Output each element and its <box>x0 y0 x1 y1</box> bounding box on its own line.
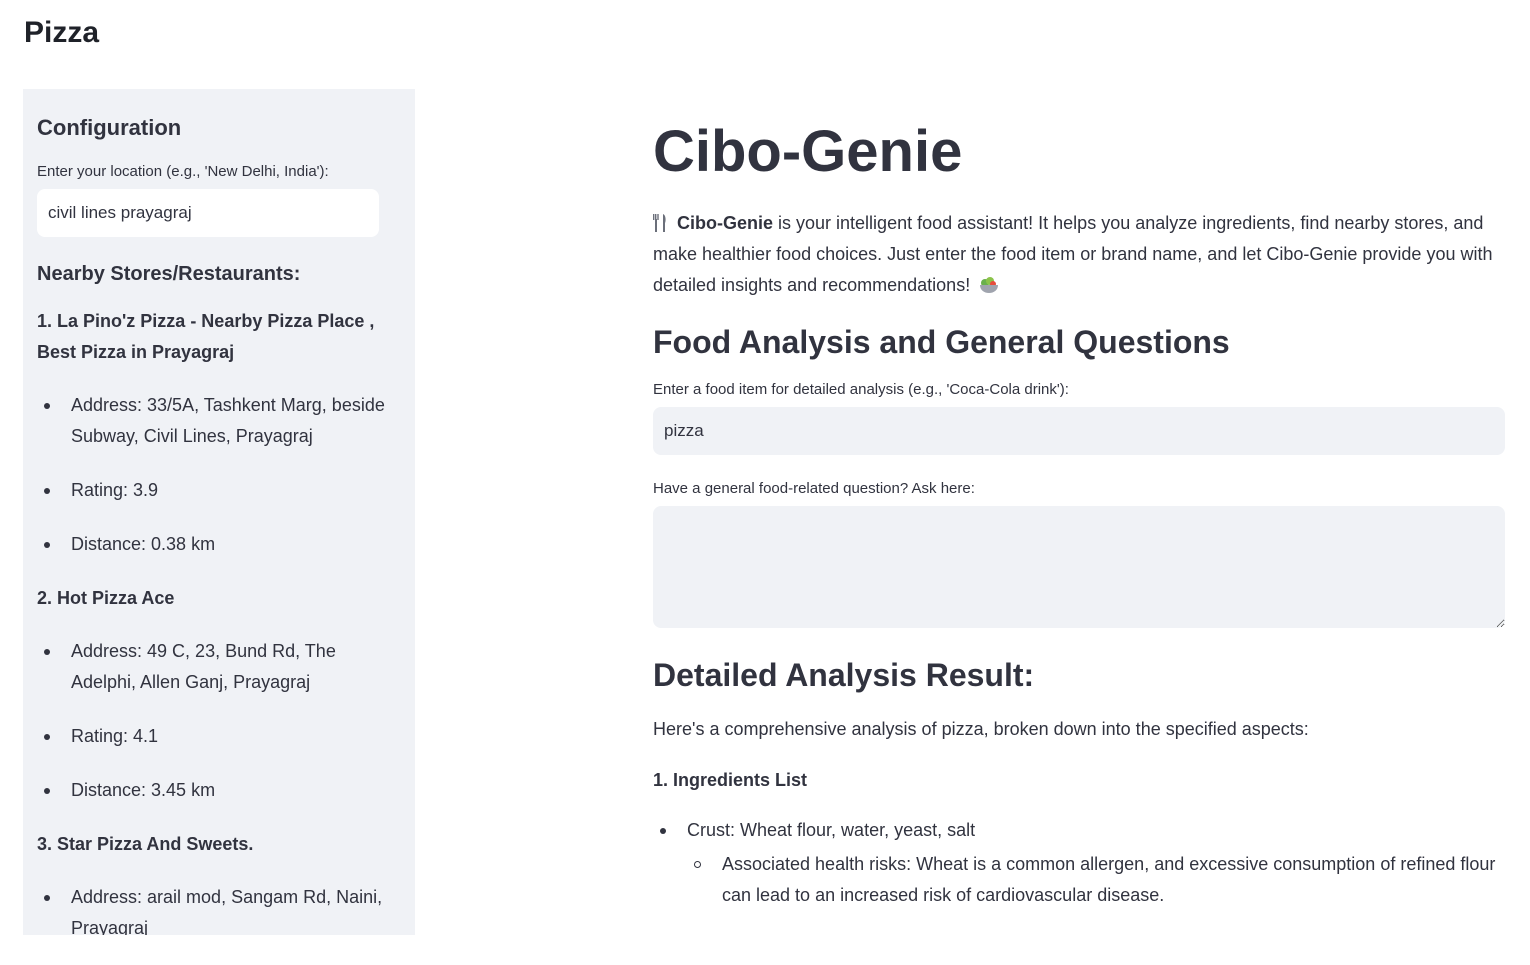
ingredients-list: Crust: Wheat flour, water, yeast, salt A… <box>653 815 1505 911</box>
question-label: Have a general food-related question? As… <box>653 480 975 497</box>
store-entry: 2. Hot Pizza Ace Address: 49 C, 23, Bund… <box>37 583 401 806</box>
food-item-input[interactable] <box>653 407 1505 455</box>
store-name: 2. Hot Pizza Ace <box>37 588 175 608</box>
food-item-label: Enter a food item for detailed analysis … <box>653 381 1069 398</box>
store-address: Address: arail mod, Sangam Rd, Naini, Pr… <box>37 882 401 935</box>
salad-bowl-icon <box>980 277 999 293</box>
question-textarea[interactable] <box>653 506 1505 628</box>
page-title: Pizza <box>24 16 100 49</box>
store-rating: Rating: 4.1 <box>37 721 401 752</box>
ingredients-heading: 1. Ingredients List <box>653 770 808 790</box>
intro-paragraph: Cibo-Genie is your intelligent food assi… <box>653 208 1505 301</box>
result-heading: Detailed Analysis Result: <box>653 657 1035 693</box>
stores-title: Nearby Stores/Restaurants: <box>37 263 301 285</box>
store-rating: Rating: 3.9 <box>37 475 401 506</box>
store-details: Address: 33/5A, Tashkent Marg, beside Su… <box>37 390 401 560</box>
fork-knife-icon <box>653 214 666 232</box>
ingredient-text: Crust: Wheat flour, water, yeast, salt <box>687 820 976 840</box>
section-heading: Food Analysis and General Questions <box>653 324 1230 360</box>
result-intro: Here's a comprehensive analysis of pizza… <box>653 719 1309 739</box>
store-name: 3. Star Pizza And Sweets. <box>37 834 254 854</box>
location-label: Enter your location (e.g., 'New Delhi, I… <box>37 163 329 180</box>
store-details: Address: 49 C, 23, Bund Rd, The Adelphi,… <box>37 636 401 806</box>
store-entry: 1. La Pino'z Pizza - Nearby Pizza Place … <box>37 306 401 560</box>
ingredient-risk: Associated health risks: Wheat is a comm… <box>687 849 1505 911</box>
store-distance: Distance: 0.38 km <box>37 529 401 560</box>
sidebar: Configuration Enter your location (e.g.,… <box>23 89 415 935</box>
store-address: Address: 33/5A, Tashkent Marg, beside Su… <box>37 390 401 452</box>
location-input[interactable] <box>37 189 379 237</box>
store-distance: Distance: 3.45 km <box>37 775 401 806</box>
store-name: 1. La Pino'z Pizza - Nearby Pizza Place … <box>37 311 375 362</box>
store-address: Address: 49 C, 23, Bund Rd, The Adelphi,… <box>37 636 401 698</box>
store-entry: 3. Star Pizza And Sweets. Address: arail… <box>37 829 401 935</box>
main-content: Cibo-Genie Cibo-Genie is your intelligen… <box>653 116 1505 911</box>
app-title: Cibo-Genie <box>653 119 963 184</box>
list-item: Crust: Wheat flour, water, yeast, salt A… <box>653 815 1505 911</box>
intro-brand: Cibo-Genie <box>677 213 774 233</box>
ingredient-details: Associated health risks: Wheat is a comm… <box>687 849 1505 911</box>
intro-text: is your intelligent food assistant! It h… <box>653 213 1493 295</box>
sidebar-heading: Configuration <box>37 115 182 140</box>
store-details: Address: arail mod, Sangam Rd, Naini, Pr… <box>37 882 401 935</box>
